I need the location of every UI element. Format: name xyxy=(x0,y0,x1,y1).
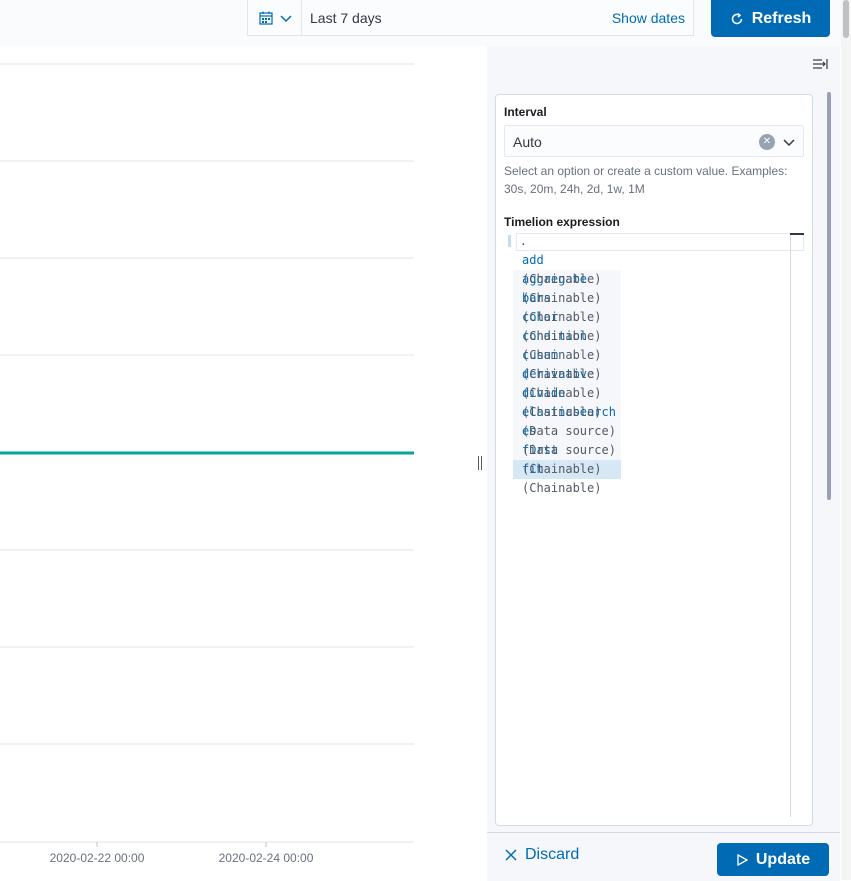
list-item[interactable]: first (Data source) xyxy=(513,441,621,460)
list-item-selected[interactable]: fit (Chainable) xyxy=(513,460,621,479)
list-item[interactable]: condition (Chainable) xyxy=(513,327,621,346)
collapse-panel-icon xyxy=(813,59,828,69)
interval-value: Auto xyxy=(513,134,542,150)
list-item[interactable]: es (Data source) xyxy=(513,422,621,441)
update-button[interactable]: Update xyxy=(717,843,829,876)
top-bar: Last 7 days Show dates Refresh xyxy=(0,0,851,46)
expression-label: Timelion expression xyxy=(504,215,620,229)
list-item[interactable]: (Chainable) xyxy=(513,479,621,498)
page-scrollbar-thumb[interactable] xyxy=(843,0,849,38)
interval-label: Interval xyxy=(504,105,547,119)
suggestion-description: (Data source) xyxy=(522,443,616,457)
list-item[interactable]: cusum (Chainable) xyxy=(513,346,621,365)
panel-footer: Discard Update xyxy=(487,832,840,881)
suggestion-description: (Chainable) xyxy=(522,310,602,324)
card-scrollbar[interactable] xyxy=(827,92,831,500)
suggestion-list: add aggregate (Chainable) bars (Chainabl… xyxy=(513,251,621,498)
discard-button[interactable]: Discard xyxy=(505,843,579,867)
page-scrollbar[interactable] xyxy=(841,0,851,880)
suggestion-description: (Chainable) xyxy=(522,329,602,343)
list-item[interactable]: aggregate (Chainable) xyxy=(513,270,621,289)
editor-side-panel: Interval Auto ✕ Select an option or crea… xyxy=(487,46,840,881)
expression-input[interactable]: . xyxy=(516,233,804,251)
suggestion-description: (Chainable) xyxy=(522,405,602,419)
date-range-text[interactable]: Last 7 days xyxy=(310,0,382,36)
refresh-label: Refresh xyxy=(751,9,812,27)
chevron-down-icon[interactable] xyxy=(781,134,797,150)
show-dates-link[interactable]: Show dates xyxy=(612,0,685,36)
suggestion-description: (Chainable) xyxy=(522,462,602,476)
x-tick-label: 2020-02-22 00:00 xyxy=(50,851,145,865)
suggestion-description: (Chainable) xyxy=(522,386,602,400)
interval-combobox[interactable]: Auto ✕ xyxy=(504,125,804,157)
list-item[interactable]: elasticsearch (Chainable) xyxy=(513,403,621,422)
options-card: Interval Auto ✕ Select an option or crea… xyxy=(495,94,813,826)
close-icon xyxy=(505,849,517,861)
editor-scrollbar-thumb[interactable] xyxy=(790,233,804,235)
suggestion-description: (Chainable) xyxy=(522,272,602,286)
clear-icon[interactable]: ✕ xyxy=(759,134,775,150)
calendar-icon xyxy=(258,11,273,25)
quick-select-button[interactable] xyxy=(248,0,302,36)
refresh-icon xyxy=(731,12,742,24)
update-label: Update xyxy=(755,850,811,868)
x-tick-label: 2020-02-24 00:00 xyxy=(219,851,314,865)
collapse-panel-button[interactable] xyxy=(812,56,832,76)
resize-handle-icon[interactable] xyxy=(477,456,485,470)
list-item[interactable]: color (Chainable) xyxy=(513,308,621,327)
list-item[interactable]: derivative (Chainable) xyxy=(513,365,621,384)
list-item[interactable]: add xyxy=(513,251,621,270)
list-item[interactable]: bars (Chainable) xyxy=(513,289,621,308)
chart-area: 2020-02-22 00:00 2020-02-24 00:00 xyxy=(0,46,470,880)
chart-svg: 2020-02-22 00:00 2020-02-24 00:00 xyxy=(0,63,414,865)
date-picker: Last 7 days Show dates xyxy=(247,0,694,36)
editor-gutter xyxy=(508,235,511,247)
refresh-button[interactable]: Refresh xyxy=(711,0,830,37)
suggestion-description: (Chainable) xyxy=(522,348,602,362)
suggestion-name: add xyxy=(522,253,544,267)
discard-label: Discard xyxy=(525,846,580,863)
suggestion-description: (Data source) xyxy=(522,424,616,438)
list-item[interactable]: divide (Chainable) xyxy=(513,384,621,403)
play-icon xyxy=(737,853,748,866)
chevron-down-icon xyxy=(279,15,292,23)
interval-help-text: Select an option or create a custom valu… xyxy=(504,164,788,196)
suggestion-description: (Chainable) xyxy=(522,481,602,495)
suggestion-description: (Chainable) xyxy=(522,367,602,381)
suggestion-description: (Chainable) xyxy=(522,291,602,305)
editor-scrollbar[interactable] xyxy=(790,233,791,817)
